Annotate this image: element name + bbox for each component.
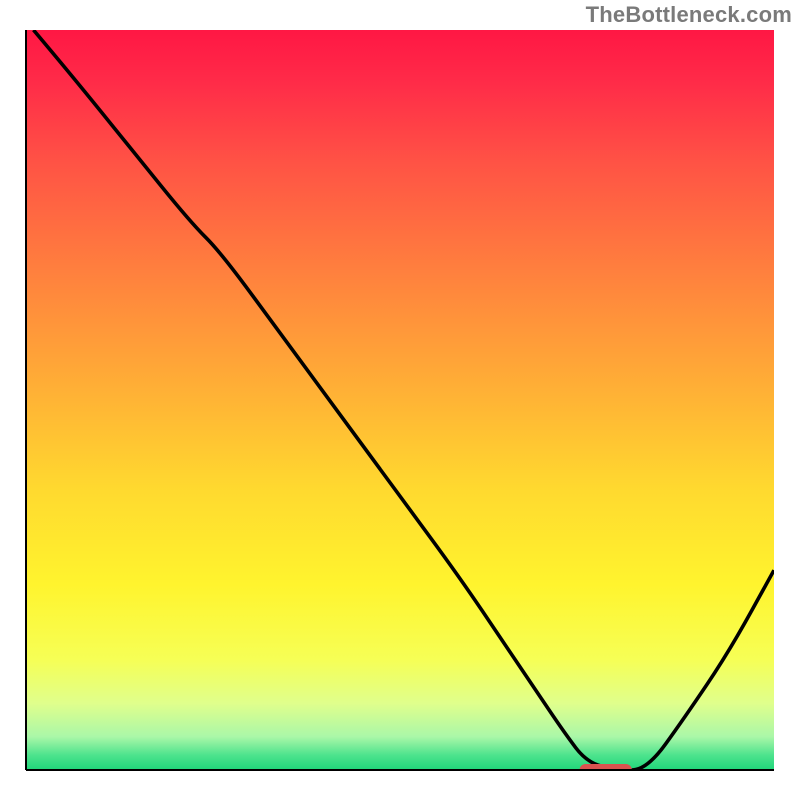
watermark-text: TheBottleneck.com: [586, 2, 792, 28]
chart-svg: [0, 0, 800, 800]
chart-container: { "watermark": "TheBottleneck.com", "cha…: [0, 0, 800, 800]
plot-background: [26, 30, 774, 770]
